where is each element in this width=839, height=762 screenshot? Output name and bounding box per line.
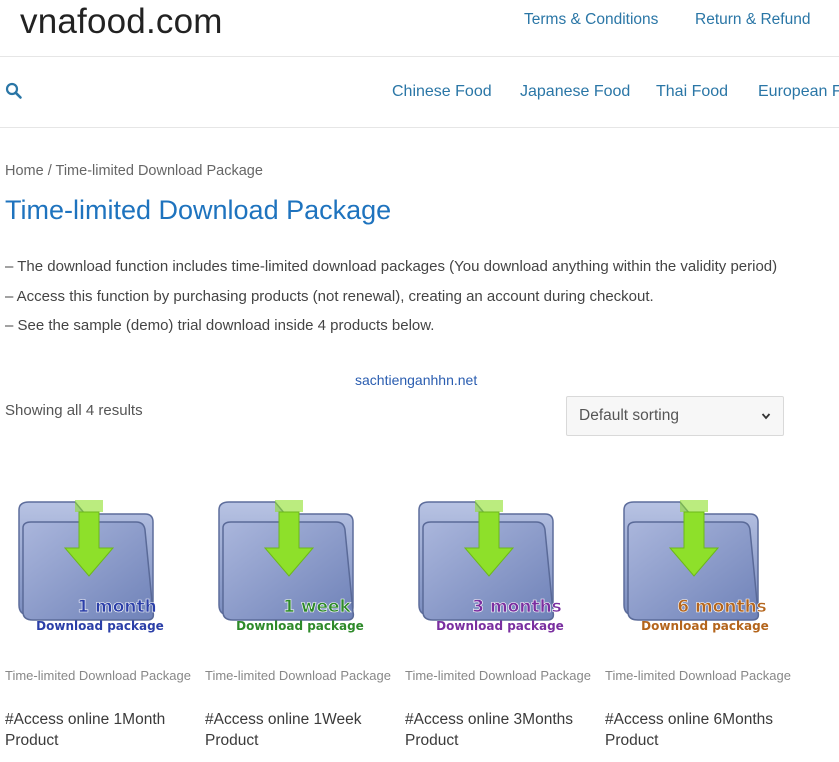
nav-item-thai-food[interactable]: Thai Food bbox=[656, 83, 728, 101]
description-line: – Access this function by purchasing pro… bbox=[5, 287, 654, 305]
product-card[interactable]: 6 months Download package Time-limited Dow… bbox=[605, 470, 795, 749]
package-duration-label: 1 month bbox=[77, 597, 156, 617]
product-title[interactable]: #Access online 1Week Product bbox=[205, 710, 395, 751]
package-duration-label: 3 months bbox=[472, 597, 562, 617]
folder-download-icon: 1 week Download package bbox=[218, 500, 364, 633]
product-image[interactable]: 1 month Download package bbox=[5, 470, 185, 640]
package-duration-label: 1 week bbox=[283, 597, 352, 617]
terms-link[interactable]: Terms & Conditions bbox=[524, 11, 658, 29]
download-package-label: Download package bbox=[36, 619, 164, 633]
download-package-label: Download package bbox=[436, 619, 564, 633]
product-image[interactable]: 3 months Download package bbox=[405, 470, 585, 640]
top-links: Terms & Conditions Return & Refund bbox=[0, 11, 839, 31]
product-card[interactable]: 1 week Download package Time-limited Downl… bbox=[205, 470, 395, 749]
return-refund-link[interactable]: Return & Refund bbox=[695, 11, 810, 29]
breadcrumb: Home / Time-limited Download Package bbox=[5, 163, 263, 179]
product-image[interactable]: 6 months Download package bbox=[610, 470, 790, 640]
site-header: vnafood.com Terms & Conditions Return & … bbox=[0, 0, 839, 57]
watermark-text: sachtienganhhn.net bbox=[355, 372, 478, 388]
nav-item-japanese-food[interactable]: Japanese Food bbox=[520, 83, 630, 101]
folder-download-icon: 6 months Download package bbox=[623, 500, 769, 633]
page-description: – The download function includes time-li… bbox=[5, 252, 805, 341]
results-count: Showing all 4 results bbox=[5, 402, 143, 419]
main-nav: Chinese Food Japanese Food Thai Food Eur… bbox=[0, 57, 839, 128]
product-category: Time-limited Download Package bbox=[5, 668, 191, 683]
breadcrumb-separator: / bbox=[43, 163, 56, 179]
product-card[interactable]: 1 month Download package Time-limited Down… bbox=[5, 470, 195, 749]
description-line: – See the sample (demo) trial download i… bbox=[5, 317, 435, 334]
product-title[interactable]: #Access online 3Months Product bbox=[405, 710, 595, 751]
search-icon[interactable] bbox=[5, 82, 23, 100]
product-category: Time-limited Download Package bbox=[205, 668, 391, 683]
product-title[interactable]: #Access online 1Month Product bbox=[5, 710, 195, 751]
product-card[interactable]: 3 months Download package Time-limited Dow… bbox=[405, 470, 595, 749]
download-package-label: Download package bbox=[641, 619, 769, 633]
product-title[interactable]: #Access online 6Months Product bbox=[605, 710, 795, 751]
breadcrumb-current: Time-limited Download Package bbox=[55, 163, 263, 179]
breadcrumb-home[interactable]: Home bbox=[5, 163, 44, 179]
nav-item-european-food[interactable]: European Fo bbox=[758, 83, 839, 101]
folder-download-icon: 1 month Download package bbox=[18, 500, 164, 633]
description-line: – The download function includes time-li… bbox=[5, 258, 778, 275]
product-image[interactable]: 1 week Download package bbox=[205, 470, 385, 640]
chevron-down-icon bbox=[761, 413, 771, 420]
package-duration-label: 6 months bbox=[677, 597, 767, 617]
product-category: Time-limited Download Package bbox=[605, 668, 791, 683]
product-category: Time-limited Download Package bbox=[405, 668, 591, 683]
sort-selected-value: Default sorting bbox=[579, 407, 679, 424]
download-package-label: Download package bbox=[236, 619, 364, 633]
page-title: Time-limited Download Package bbox=[5, 195, 392, 225]
folder-download-icon: 3 months Download package bbox=[418, 500, 564, 633]
sort-select[interactable]: Default sorting bbox=[566, 396, 784, 436]
nav-item-chinese-food[interactable]: Chinese Food bbox=[392, 83, 492, 101]
